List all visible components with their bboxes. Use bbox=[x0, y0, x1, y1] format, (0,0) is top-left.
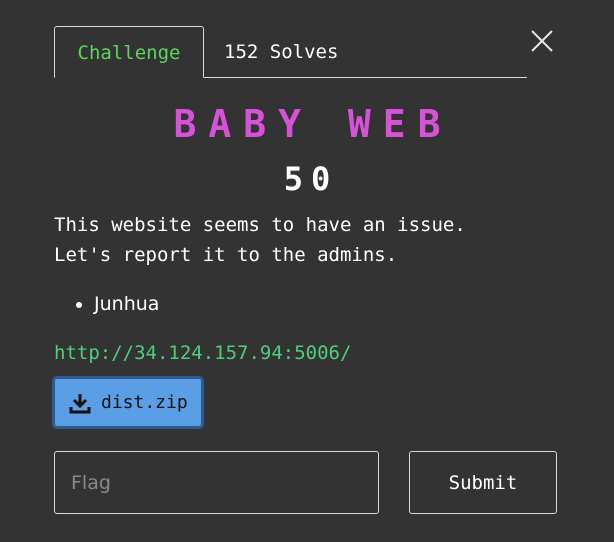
tab-bar: Challenge 152 Solves bbox=[54, 26, 527, 78]
submit-button[interactable]: Submit bbox=[409, 451, 557, 514]
tab-solves[interactable]: 152 Solves bbox=[224, 26, 338, 78]
challenge-points: 50 bbox=[283, 160, 339, 198]
challenge-description: This website seems to have an issue. Let… bbox=[54, 210, 574, 270]
challenge-modal: Challenge 152 Solves BABY WEB 50 This we… bbox=[0, 0, 614, 542]
author-list: Junhua bbox=[76, 290, 159, 318]
download-icon bbox=[69, 393, 91, 413]
close-button[interactable] bbox=[529, 28, 555, 54]
author-item: Junhua bbox=[94, 290, 159, 318]
description-line: Let's report it to the admins. bbox=[54, 244, 398, 266]
flag-input[interactable] bbox=[54, 451, 379, 514]
description-line: This website seems to have an issue. bbox=[54, 214, 466, 236]
file-name: dist.zip bbox=[101, 391, 188, 413]
download-file-button[interactable]: dist.zip bbox=[52, 376, 204, 429]
tab-challenge[interactable]: Challenge bbox=[54, 26, 204, 78]
challenge-link[interactable]: http://34.124.157.94:5006/ bbox=[54, 338, 351, 368]
close-icon bbox=[531, 30, 553, 52]
challenge-title: BABY WEB bbox=[173, 102, 453, 146]
